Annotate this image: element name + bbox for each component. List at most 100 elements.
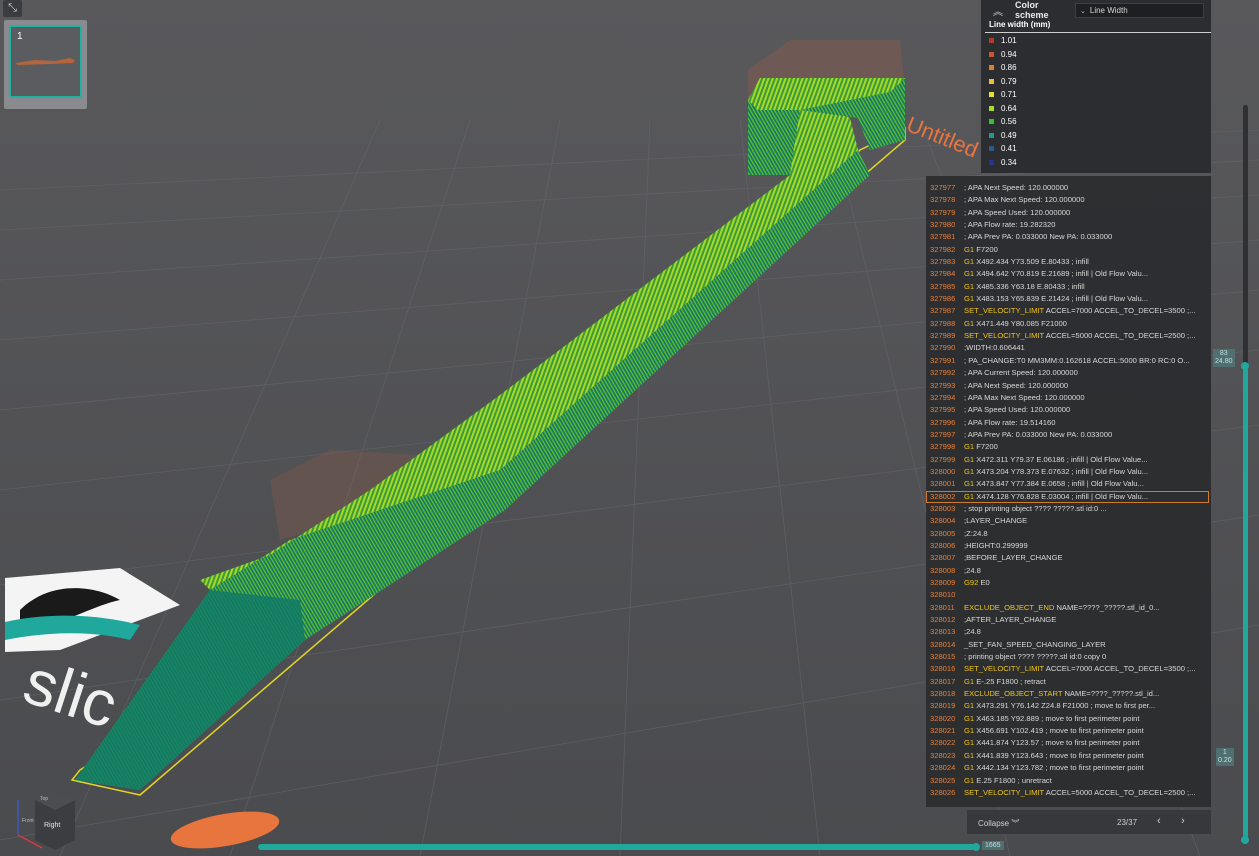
gcode-line[interactable]: 328015 ; printing object ???? ?????.stl i… xyxy=(926,651,1211,663)
gcode-text: X492.434 Y73.509 E.80433 ; infill xyxy=(976,257,1089,267)
next-page-icon[interactable]: › xyxy=(1181,815,1185,827)
color-scheme-select[interactable]: ⌄ Line Width xyxy=(1075,3,1204,18)
gcode-line[interactable]: 327997 ; APA Prev PA: 0.033000 New PA: 0.… xyxy=(926,429,1211,441)
gcode-line[interactable]: 327998 G1 F7200 xyxy=(926,441,1211,453)
collapse-chevron-icon[interactable]: ︽ xyxy=(991,3,1005,18)
gcode-line[interactable]: 328016 SET_VELOCITY_LIMIT ACCEL=7000 ACCE… xyxy=(926,663,1211,675)
layer-slider-bottom-handle[interactable] xyxy=(1241,836,1249,844)
legend-label: 1.01 xyxy=(1001,36,1017,46)
gcode-line-selected[interactable]: 328002 G1 X474.128 Y76.828 E.03004 ; infi… xyxy=(926,490,1209,503)
gcode-line[interactable]: 328020 G1 X463.185 Y92.889 ; move to firs… xyxy=(926,713,1211,725)
gcode-text: X483.153 Y65.839 E.21424 ; infill | Old … xyxy=(976,294,1149,304)
gcode-line[interactable]: 327985 G1 X485.336 Y63.18 E.80433 ; infil… xyxy=(926,281,1211,293)
gcode-line[interactable]: 328011 EXCLUDE_OBJECT_END NAME=????_?????… xyxy=(926,602,1211,614)
gcode-line[interactable]: 328013 ;24.8 xyxy=(926,626,1211,638)
gcode-line[interactable]: 328004 ;LAYER_CHANGE xyxy=(926,515,1211,527)
gcode-text: NAME=????_?????.stl_id... xyxy=(1064,689,1160,699)
line-number: 327978 xyxy=(930,195,956,205)
line-number: 328008 xyxy=(930,565,956,575)
gcode-line[interactable]: 327979 ; APA Speed Used: 120.000000 xyxy=(926,207,1211,219)
line-number: 328002 xyxy=(930,491,956,501)
line-number: 328023 xyxy=(930,750,956,760)
gcode-line[interactable]: 328012 ;AFTER_LAYER_CHANGE xyxy=(926,614,1211,626)
gcode-command: G1 xyxy=(964,713,975,723)
gcode-command: G1 xyxy=(964,763,975,773)
gcode-line[interactable]: 327983 G1 X492.434 Y73.509 E.80433 ; infi… xyxy=(926,256,1211,268)
gcode-line[interactable]: 328006 ;HEIGHT:0.299999 xyxy=(926,540,1211,552)
plate-thumbnail[interactable]: 1 xyxy=(9,25,82,98)
gcode-command: G1 xyxy=(964,257,975,267)
gcode-line[interactable]: 328023 G1 X441.839 Y123.643 ; move to fir… xyxy=(926,750,1211,762)
gcode-line[interactable]: 328005 ;Z:24.8 xyxy=(926,528,1211,540)
gcode-line[interactable]: 328019 G1 X473.291 Y76.142 Z24.8 F21000 ;… xyxy=(926,700,1211,712)
legend-item: 0.79 xyxy=(989,75,1017,89)
line-number: 328014 xyxy=(930,639,956,649)
gcode-text: ; APA Next Speed: 120.000000 xyxy=(964,183,1069,192)
gcode-command: SET_VELOCITY_LIMIT xyxy=(964,306,1045,316)
line-number: 327998 xyxy=(930,442,956,452)
layer-slider-top-handle[interactable] xyxy=(1241,362,1249,370)
gcode-line[interactable]: 328010 xyxy=(926,589,1211,601)
gcode-line[interactable]: 327993 ; APA Next Speed: 120.000000 xyxy=(926,380,1211,392)
gcode-line[interactable]: 327988 G1 X471.449 Y80.085 F21000 xyxy=(926,318,1211,330)
gcode-line[interactable]: 327978 ; APA Max Next Speed: 120.000000 xyxy=(926,194,1211,206)
line-number: 328019 xyxy=(930,701,956,711)
view-cube-top-label: Top xyxy=(40,796,48,802)
gcode-line[interactable]: 327984 G1 X494.642 Y70.819 E.21689 ; infi… xyxy=(926,268,1211,280)
line-number: 328007 xyxy=(930,553,956,563)
line-width-legend: 1.01 0.94 0.86 0.79 0.71 0.64 0.56 0.49 0.41 0.34 xyxy=(989,34,1017,169)
gcode-line[interactable]: 327977 ; APA Next Speed: 120.000000 xyxy=(926,182,1211,194)
gcode-line[interactable]: 327990 ;WIDTH:0.606441 xyxy=(926,342,1211,354)
gcode-line[interactable]: 327991 ; PA_CHANGE:T0 MM3MM:0.162618 ACCE… xyxy=(926,355,1211,367)
gcode-viewer[interactable]: 327977 ; APA Next Speed: 120.000000 327978… xyxy=(926,176,1211,807)
gcode-line[interactable]: 328014 _SET_FAN_SPEED_CHANGING_LAYER xyxy=(926,639,1211,651)
toggle-sidebar-button[interactable]: ⤡ xyxy=(3,0,22,17)
gcode-line[interactable]: 327986 G1 X483.153 Y65.839 E.21424 ; infi… xyxy=(926,293,1211,305)
gcode-line[interactable]: 328018 EXCLUDE_OBJECT_START NAME=????_???… xyxy=(926,688,1211,700)
gcode-line[interactable]: 328021 G1 X456.691 Y102.419 ; move to fir… xyxy=(926,725,1211,737)
prev-page-icon[interactable]: ‹ xyxy=(1157,815,1161,827)
gcode-line[interactable]: 327989 SET_VELOCITY_LIMIT ACCEL=5000 ACCE… xyxy=(926,330,1211,342)
gcode-line[interactable]: 327981 ; APA Prev PA: 0.033000 New PA: 0.… xyxy=(926,231,1211,243)
gcode-command: SET_VELOCITY_LIMIT xyxy=(964,787,1045,797)
line-number: 327988 xyxy=(930,318,956,328)
gcode-line[interactable]: 328017 G1 E-.25 F1800 ; retract xyxy=(926,676,1211,688)
gcode-line[interactable]: 327996 ; APA Flow rate: 19.514160 xyxy=(926,417,1211,429)
gcode-line[interactable]: 328008 ;24.8 xyxy=(926,565,1211,577)
gcode-text: ;LAYER_CHANGE xyxy=(964,516,1028,526)
legend-label: 0.94 xyxy=(1001,49,1017,59)
gcode-line[interactable]: 328022 G1 X441.874 Y123.57 ; move to firs… xyxy=(926,737,1211,749)
gcode-text: X485.336 Y63.18 E.80433 ; infill xyxy=(976,281,1085,291)
gcode-line[interactable]: 327980 ; APA Flow rate: 19.282320 xyxy=(926,219,1211,231)
gcode-line[interactable]: 328026 SET_VELOCITY_LIMIT ACCEL=5000 ACCE… xyxy=(926,787,1211,799)
gcode-line[interactable]: 328007 ;BEFORE_LAYER_CHANGE xyxy=(926,552,1211,564)
gcode-line[interactable]: 328000 G1 X473.204 Y78.373 E.07632 ; infi… xyxy=(926,466,1211,478)
gcode-line[interactable]: 328009 G92 E0 xyxy=(926,577,1211,589)
gcode-text: ;WIDTH:0.606441 xyxy=(964,343,1025,353)
gcode-line[interactable]: 328003 ; stop printing object ???? ?????.… xyxy=(926,503,1211,515)
legend-swatch xyxy=(989,38,994,44)
gcode-line[interactable]: 328025 G1 E.25 F1800 ; unretract xyxy=(926,775,1211,787)
gcode-line[interactable]: 327999 G1 X472.311 Y79.37 E.06186 ; infil… xyxy=(926,454,1211,466)
gcode-text: X463.185 Y92.889 ; move to first perimet… xyxy=(976,713,1140,723)
view-cube-face-label: Right xyxy=(44,822,60,829)
gcode-line[interactable]: 327992 ; APA Current Speed: 120.000000 xyxy=(926,367,1211,379)
gcode-text: ACCEL=5000 ACCEL_TO_DECEL=2500 ;... xyxy=(1045,787,1196,797)
line-number: 328006 xyxy=(930,540,956,550)
gcode-line[interactable]: 327995 ; APA Speed Used: 120.000000 xyxy=(926,404,1211,416)
gcode-line[interactable]: 328001 G1 X473.847 Y77.384 E.0658 ; infil… xyxy=(926,478,1211,490)
line-number: 328026 xyxy=(930,787,956,797)
move-slider-handle[interactable] xyxy=(972,843,980,851)
collapse-button[interactable]: Collapse ︾ xyxy=(978,818,1019,829)
gcode-line[interactable]: 327987 SET_VELOCITY_LIMIT ACCEL=7000 ACCE… xyxy=(926,305,1211,317)
legend-title: Line width (mm) xyxy=(989,20,1051,29)
line-number: 328011 xyxy=(930,602,955,612)
gcode-line[interactable]: 327994 ; APA Max Next Speed: 120.000000 xyxy=(926,392,1211,404)
move-slider-track[interactable] xyxy=(258,844,976,850)
gcode-text: ; APA Prev PA: 0.033000 New PA: 0.033000 xyxy=(964,429,1113,439)
line-number: 328000 xyxy=(930,466,956,476)
gcode-line[interactable]: 327982 G1 F7200 xyxy=(926,244,1211,256)
gcode-command: SET_VELOCITY_LIMIT xyxy=(964,331,1045,341)
gcode-line[interactable]: 328024 G1 X442.134 Y123.782 ; move to fir… xyxy=(926,762,1211,774)
plate-thumbnail-panel: 1 xyxy=(4,20,87,109)
